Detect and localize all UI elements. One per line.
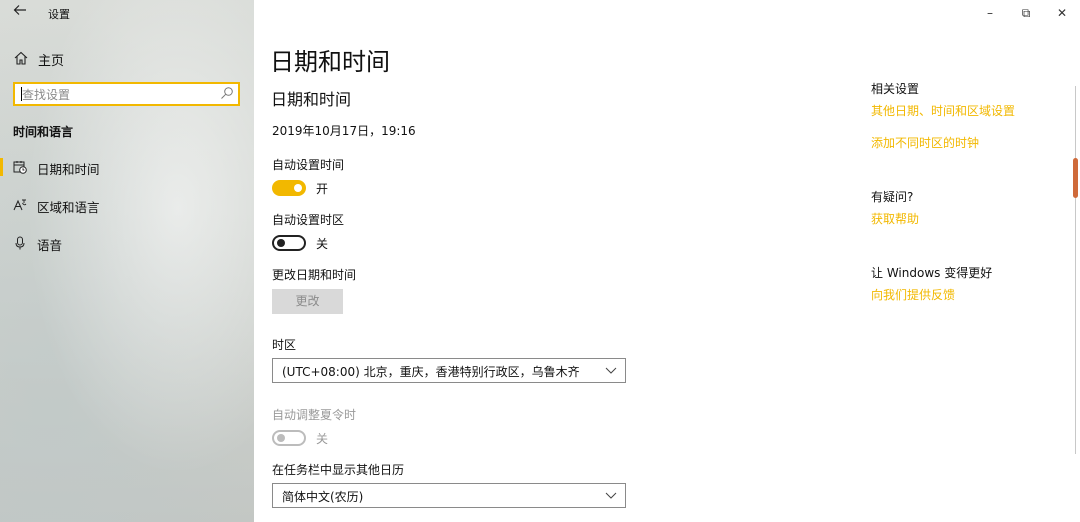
sidebar-item-date-time[interactable]: 日期和时间: [0, 152, 254, 182]
timezone-label: 时区: [272, 338, 297, 352]
sidebar-item-speech[interactable]: 语音: [0, 228, 254, 258]
close-button[interactable]: ✕: [1050, 4, 1074, 22]
restore-icon: ⧉: [1021, 6, 1031, 20]
scrollbar-track[interactable]: [1075, 86, 1076, 454]
dst-toggle[interactable]: [272, 430, 306, 446]
sidebar: 设置 主页 查找设置 时间和语言 日期和时间 区域和语言 语音: [0, 0, 254, 522]
app-title: 设置: [48, 8, 70, 21]
timezone-select[interactable]: (UTC+08:00) 北京，重庆，香港特别行政区，乌鲁木齐: [272, 358, 626, 383]
title-bar: 设置: [0, 0, 254, 26]
sidebar-item-region-language[interactable]: 区域和语言: [0, 190, 254, 220]
sidebar-item-label: 区域和语言: [37, 200, 100, 215]
sidebar-item-label: 语音: [37, 238, 63, 253]
taskbar-calendar-value: 简体中文(农历): [282, 490, 364, 504]
back-button[interactable]: [10, 3, 30, 23]
search-input[interactable]: 查找设置: [13, 82, 240, 106]
microphone-icon: [15, 236, 25, 250]
auto-timezone-state: 关: [316, 237, 329, 251]
dst-label: 自动调整夏令时: [272, 408, 357, 422]
nav-home-label: 主页: [38, 54, 65, 69]
taskbar-calendar-label: 在任务栏中显示其他日历: [272, 463, 405, 477]
link-add-clocks[interactable]: 添加不同时区的时钟: [871, 134, 979, 151]
minimize-icon: –: [987, 6, 993, 20]
scrollbar-thumb[interactable]: [1073, 158, 1078, 198]
close-icon: ✕: [1056, 6, 1068, 20]
change-button[interactable]: 更改: [272, 289, 343, 314]
toggle-knob: [277, 239, 285, 247]
change-datetime-label: 更改日期和时间: [272, 268, 357, 282]
timezone-value: (UTC+08:00) 北京，重庆，香港特别行政区，乌鲁木齐: [282, 365, 580, 379]
chevron-down-icon: [605, 367, 617, 374]
language-icon: [13, 199, 27, 211]
auto-timezone-toggle[interactable]: [272, 235, 306, 251]
related-settings-header: 相关设置: [871, 82, 920, 96]
current-datetime: 2019年10月17日，19:16: [272, 124, 416, 138]
page-title: 日期和时间: [270, 48, 390, 76]
minimize-button[interactable]: –: [978, 4, 1002, 22]
auto-time-toggle[interactable]: [272, 180, 306, 196]
link-feedback[interactable]: 向我们提供反馈: [871, 286, 955, 303]
auto-time-label: 自动设置时间: [272, 158, 345, 172]
search-icon[interactable]: [220, 86, 234, 100]
improve-header: 让 Windows 变得更好: [871, 266, 993, 280]
home-icon: [14, 51, 28, 65]
auto-timezone-label: 自动设置时区: [272, 213, 345, 227]
active-indicator: [0, 158, 3, 176]
section-header: 时间和语言: [13, 125, 74, 139]
chevron-down-icon: [605, 492, 617, 499]
search-placeholder: 查找设置: [22, 88, 71, 102]
calendar-clock-icon: [13, 161, 27, 174]
dst-state: 关: [316, 432, 329, 446]
link-other-date-time-region[interactable]: 其他日期、时间和区域设置: [871, 102, 1015, 119]
back-arrow-icon: [13, 5, 26, 15]
toggle-knob: [277, 434, 285, 442]
nav-home[interactable]: 主页: [0, 44, 254, 72]
auto-time-state: 开: [316, 182, 329, 196]
restore-button[interactable]: ⧉: [1014, 4, 1038, 22]
help-header: 有疑问?: [871, 190, 914, 204]
taskbar-calendar-select[interactable]: 简体中文(农历): [272, 483, 626, 508]
link-get-help[interactable]: 获取帮助: [871, 210, 919, 227]
sidebar-item-label: 日期和时间: [37, 162, 100, 177]
toggle-knob: [294, 184, 302, 192]
section-title: 日期和时间: [271, 90, 352, 109]
